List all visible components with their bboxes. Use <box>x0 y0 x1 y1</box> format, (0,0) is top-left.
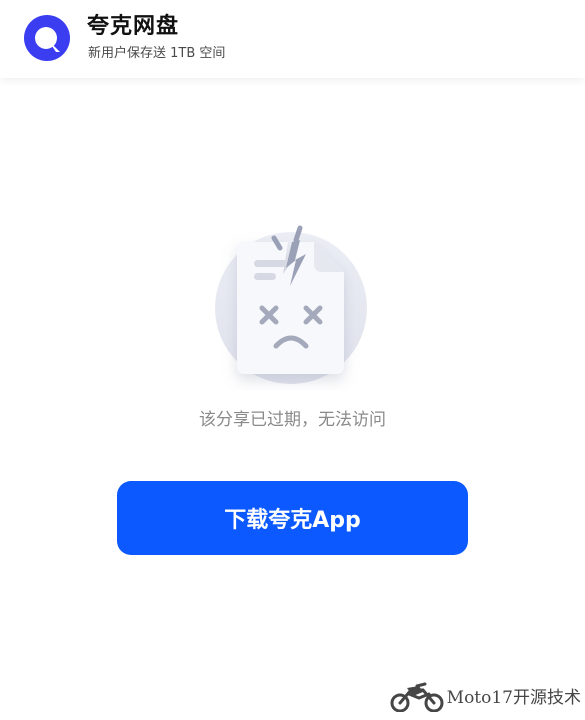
app-tagline: 新用户保存送 1TB 空间 <box>88 46 226 61</box>
watermark-text: Moto17开源技术 <box>446 687 581 708</box>
broken-file-sad-face-icon <box>215 225 367 384</box>
watermark: Moto17开源技术 <box>389 678 581 712</box>
download-app-button[interactable]: 下载夸克App <box>117 481 468 555</box>
motorcycle-icon <box>390 682 444 712</box>
app-name: 夸克网盘 <box>87 14 180 39</box>
app-header: 夸克网盘 新用户保存送 1TB 空间 <box>0 0 585 78</box>
quark-logo-icon[interactable] <box>24 15 70 61</box>
expired-message: 该分享已过期，无法访问 <box>199 410 386 430</box>
